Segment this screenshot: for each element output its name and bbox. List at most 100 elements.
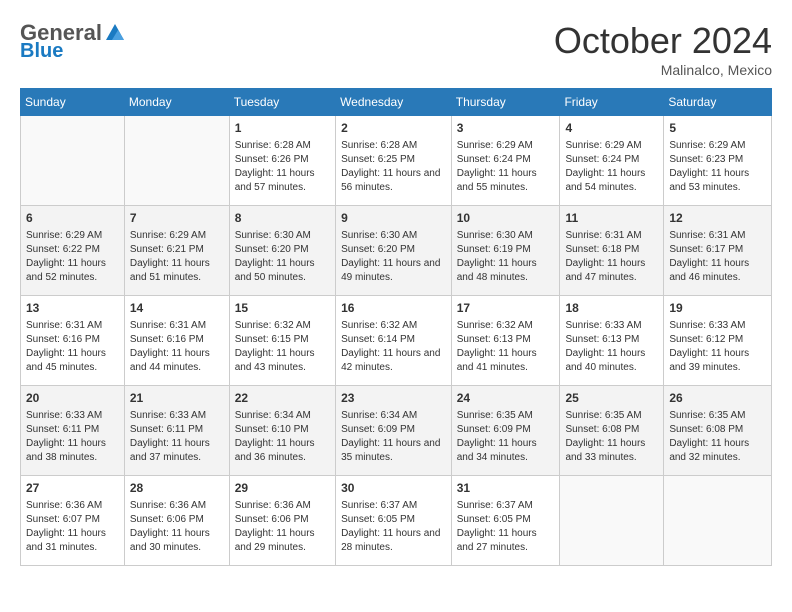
calendar-cell: 27Sunrise: 6:36 AMSunset: 6:07 PMDayligh…: [21, 476, 125, 566]
cell-content: Sunrise: 6:30 AMSunset: 6:20 PMDaylight:…: [235, 229, 330, 285]
cell-content: Sunrise: 6:33 AMSunset: 6:11 PMDaylight:…: [130, 409, 224, 465]
calendar-cell: 21 Sunrise: 6:33 AMSunset: 6:11 PMDayligh…: [124, 386, 229, 476]
calendar-cell: 1Sunrise: 6:28 AMSunset: 6:26 PMDaylight…: [229, 116, 335, 206]
day-number: 30: [341, 480, 446, 497]
day-number: 15: [235, 300, 330, 317]
day-number: 11: [565, 210, 658, 227]
cell-content: Sunrise: 6:29 AMSunset: 6:22 PMDaylight:…: [26, 229, 119, 285]
header-cell-friday: Friday: [560, 89, 664, 116]
day-number: 28: [130, 480, 224, 497]
calendar-cell: 17Sunrise: 6:32 AMSunset: 6:13 PMDayligh…: [451, 296, 560, 386]
cell-content: Sunrise: 6:31 AMSunset: 6:17 PMDaylight:…: [669, 229, 766, 285]
calendar-cell: 8 Sunrise: 6:30 AMSunset: 6:20 PMDaylight…: [229, 206, 335, 296]
cell-content: Sunrise: 6:31 AMSunset: 6:16 PMDaylight:…: [130, 319, 224, 375]
day-number: 18: [565, 300, 658, 317]
header-cell-sunday: Sunday: [21, 89, 125, 116]
header-cell-saturday: Saturday: [664, 89, 772, 116]
cell-content: Sunrise: 6:32 AMSunset: 6:15 PMDaylight:…: [235, 319, 330, 375]
day-number: 31: [457, 480, 555, 497]
cell-content: Sunrise: 6:28 AMSunset: 6:25 PMDaylight:…: [341, 139, 446, 195]
calendar-cell: 13 Sunrise: 6:31 AMSunset: 6:16 PMDayligh…: [21, 296, 125, 386]
calendar-cell: [124, 116, 229, 206]
calendar-cell: 14 Sunrise: 6:31 AMSunset: 6:16 PMDayligh…: [124, 296, 229, 386]
cell-content: Sunrise: 6:33 AMSunset: 6:13 PMDaylight:…: [565, 319, 658, 375]
day-number: 21: [130, 390, 224, 407]
calendar-cell: 15 Sunrise: 6:32 AMSunset: 6:15 PMDayligh…: [229, 296, 335, 386]
day-number: 4: [565, 120, 658, 137]
day-number: 19: [669, 300, 766, 317]
cell-content: Sunrise: 6:35 AMSunset: 6:08 PMDaylight:…: [669, 409, 766, 465]
cell-content: Sunrise: 6:29 AMSunset: 6:21 PMDaylight:…: [130, 229, 224, 285]
day-number: 13: [26, 300, 119, 317]
calendar-cell: 4 Sunrise: 6:29 AMSunset: 6:24 PMDaylight…: [560, 116, 664, 206]
day-number: 12: [669, 210, 766, 227]
week-row-4: 20Sunrise: 6:33 AMSunset: 6:11 PMDayligh…: [21, 386, 772, 476]
logo: General Blue: [20, 20, 126, 63]
header-row: SundayMondayTuesdayWednesdayThursdayFrid…: [21, 89, 772, 116]
cell-content: Sunrise: 6:30 AMSunset: 6:19 PMDaylight:…: [457, 229, 555, 285]
page-header: General Blue October 2024 Malinalco, Mex…: [20, 20, 772, 78]
calendar-cell: 12 Sunrise: 6:31 AMSunset: 6:17 PMDayligh…: [664, 206, 772, 296]
calendar-cell: 20Sunrise: 6:33 AMSunset: 6:11 PMDayligh…: [21, 386, 125, 476]
title-block: October 2024 Malinalco, Mexico: [554, 20, 772, 78]
calendar-cell: 25 Sunrise: 6:35 AMSunset: 6:08 PMDayligh…: [560, 386, 664, 476]
location: Malinalco, Mexico: [554, 62, 772, 78]
day-number: 6: [26, 210, 119, 227]
day-number: 8: [235, 210, 330, 227]
calendar-cell: 26Sunrise: 6:35 AMSunset: 6:08 PMDayligh…: [664, 386, 772, 476]
day-number: 2: [341, 120, 446, 137]
cell-content: Sunrise: 6:29 AMSunset: 6:23 PMDaylight:…: [669, 139, 766, 195]
calendar-cell: 22Sunrise: 6:34 AMSunset: 6:10 PMDayligh…: [229, 386, 335, 476]
calendar-cell: 9Sunrise: 6:30 AMSunset: 6:20 PMDaylight…: [336, 206, 452, 296]
week-row-5: 27Sunrise: 6:36 AMSunset: 6:07 PMDayligh…: [21, 476, 772, 566]
calendar-cell: 3 Sunrise: 6:29 AMSunset: 6:24 PMDaylight…: [451, 116, 560, 206]
day-number: 22: [235, 390, 330, 407]
calendar-cell: 31 Sunrise: 6:37 AMSunset: 6:05 PMDayligh…: [451, 476, 560, 566]
cell-content: Sunrise: 6:29 AMSunset: 6:24 PMDaylight:…: [565, 139, 658, 195]
day-number: 5: [669, 120, 766, 137]
cell-content: Sunrise: 6:37 AMSunset: 6:05 PMDaylight:…: [341, 499, 446, 555]
cell-content: Sunrise: 6:35 AMSunset: 6:09 PMDaylight:…: [457, 409, 555, 465]
header-cell-monday: Monday: [124, 89, 229, 116]
cell-content: Sunrise: 6:30 AMSunset: 6:20 PMDaylight:…: [341, 229, 446, 285]
calendar-cell: 5 Sunrise: 6:29 AMSunset: 6:23 PMDaylight…: [664, 116, 772, 206]
header-cell-thursday: Thursday: [451, 89, 560, 116]
calendar-cell: 30 Sunrise: 6:37 AMSunset: 6:05 PMDayligh…: [336, 476, 452, 566]
calendar-cell: 6 Sunrise: 6:29 AMSunset: 6:22 PMDaylight…: [21, 206, 125, 296]
cell-content: Sunrise: 6:32 AMSunset: 6:13 PMDaylight:…: [457, 319, 555, 375]
day-number: 25: [565, 390, 658, 407]
calendar-cell: 10 Sunrise: 6:30 AMSunset: 6:19 PMDayligh…: [451, 206, 560, 296]
cell-content: Sunrise: 6:29 AMSunset: 6:24 PMDaylight:…: [457, 139, 555, 195]
header-cell-wednesday: Wednesday: [336, 89, 452, 116]
calendar-cell: [560, 476, 664, 566]
day-number: 3: [457, 120, 555, 137]
cell-content: Sunrise: 6:34 AMSunset: 6:09 PMDaylight:…: [341, 409, 446, 465]
week-row-2: 6 Sunrise: 6:29 AMSunset: 6:22 PMDaylight…: [21, 206, 772, 296]
header-cell-tuesday: Tuesday: [229, 89, 335, 116]
calendar-cell: 29Sunrise: 6:36 AMSunset: 6:06 PMDayligh…: [229, 476, 335, 566]
cell-content: Sunrise: 6:31 AMSunset: 6:16 PMDaylight:…: [26, 319, 119, 375]
day-number: 16: [341, 300, 446, 317]
day-number: 27: [26, 480, 119, 497]
calendar-cell: 18 Sunrise: 6:33 AMSunset: 6:13 PMDayligh…: [560, 296, 664, 386]
day-number: 29: [235, 480, 330, 497]
day-number: 1: [235, 120, 330, 137]
calendar-cell: [664, 476, 772, 566]
calendar-table: SundayMondayTuesdayWednesdayThursdayFrid…: [20, 88, 772, 566]
calendar-cell: 19Sunrise: 6:33 AMSunset: 6:12 PMDayligh…: [664, 296, 772, 386]
cell-content: Sunrise: 6:35 AMSunset: 6:08 PMDaylight:…: [565, 409, 658, 465]
day-number: 7: [130, 210, 224, 227]
day-number: 10: [457, 210, 555, 227]
cell-content: Sunrise: 6:37 AMSunset: 6:05 PMDaylight:…: [457, 499, 555, 555]
calendar-cell: 16 Sunrise: 6:32 AMSunset: 6:14 PMDayligh…: [336, 296, 452, 386]
day-number: 14: [130, 300, 224, 317]
calendar-cell: [21, 116, 125, 206]
cell-content: Sunrise: 6:32 AMSunset: 6:14 PMDaylight:…: [341, 319, 446, 375]
cell-content: Sunrise: 6:36 AMSunset: 6:06 PMDaylight:…: [130, 499, 224, 555]
calendar-cell: 24Sunrise: 6:35 AMSunset: 6:09 PMDayligh…: [451, 386, 560, 476]
calendar-cell: 7 Sunrise: 6:29 AMSunset: 6:21 PMDaylight…: [124, 206, 229, 296]
week-row-3: 13 Sunrise: 6:31 AMSunset: 6:16 PMDayligh…: [21, 296, 772, 386]
month-title: October 2024: [554, 20, 772, 62]
cell-content: Sunrise: 6:33 AMSunset: 6:11 PMDaylight:…: [26, 409, 119, 465]
calendar-cell: 11Sunrise: 6:31 AMSunset: 6:18 PMDayligh…: [560, 206, 664, 296]
